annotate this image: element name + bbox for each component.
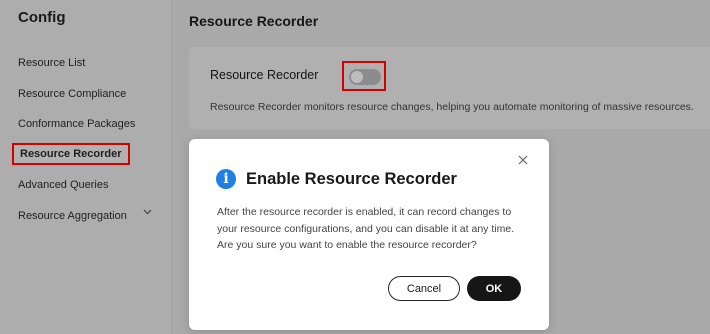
app-title: Config <box>18 9 66 26</box>
enable-recorder-dialog: i Enable Resource Recorder After the res… <box>189 139 549 330</box>
cancel-button[interactable]: Cancel <box>388 276 460 301</box>
recorder-toggle[interactable] <box>349 69 381 85</box>
info-icon: i <box>216 169 236 189</box>
ok-button[interactable]: OK <box>467 276 521 301</box>
dialog-message: After the resource recorder is enabled, … <box>217 206 515 251</box>
sidebar-item-resource-recorder[interactable]: Resource Recorder <box>12 143 130 165</box>
close-icon[interactable] <box>516 153 530 167</box>
sidebar: Config Resource List Resource Compliance… <box>0 0 172 334</box>
sidebar-item-resource-aggregation[interactable]: Resource Aggregation <box>18 210 127 222</box>
chevron-down-icon[interactable] <box>143 209 152 215</box>
toggle-highlight <box>342 61 386 91</box>
recorder-label: Resource Recorder <box>210 68 319 82</box>
toggle-knob <box>351 71 363 83</box>
dialog-title: Enable Resource Recorder <box>246 170 457 188</box>
recorder-card: Resource Recorder Resource Recorder moni… <box>189 47 710 129</box>
recorder-description: Resource Recorder monitors resource chan… <box>210 101 694 113</box>
sidebar-item-advanced-queries[interactable]: Advanced Queries <box>18 179 109 191</box>
page-title: Resource Recorder <box>189 13 319 29</box>
sidebar-item-resource-list[interactable]: Resource List <box>18 57 85 69</box>
sidebar-item-conformance-packages[interactable]: Conformance Packages <box>18 118 135 130</box>
sidebar-item-resource-compliance[interactable]: Resource Compliance <box>18 88 126 100</box>
